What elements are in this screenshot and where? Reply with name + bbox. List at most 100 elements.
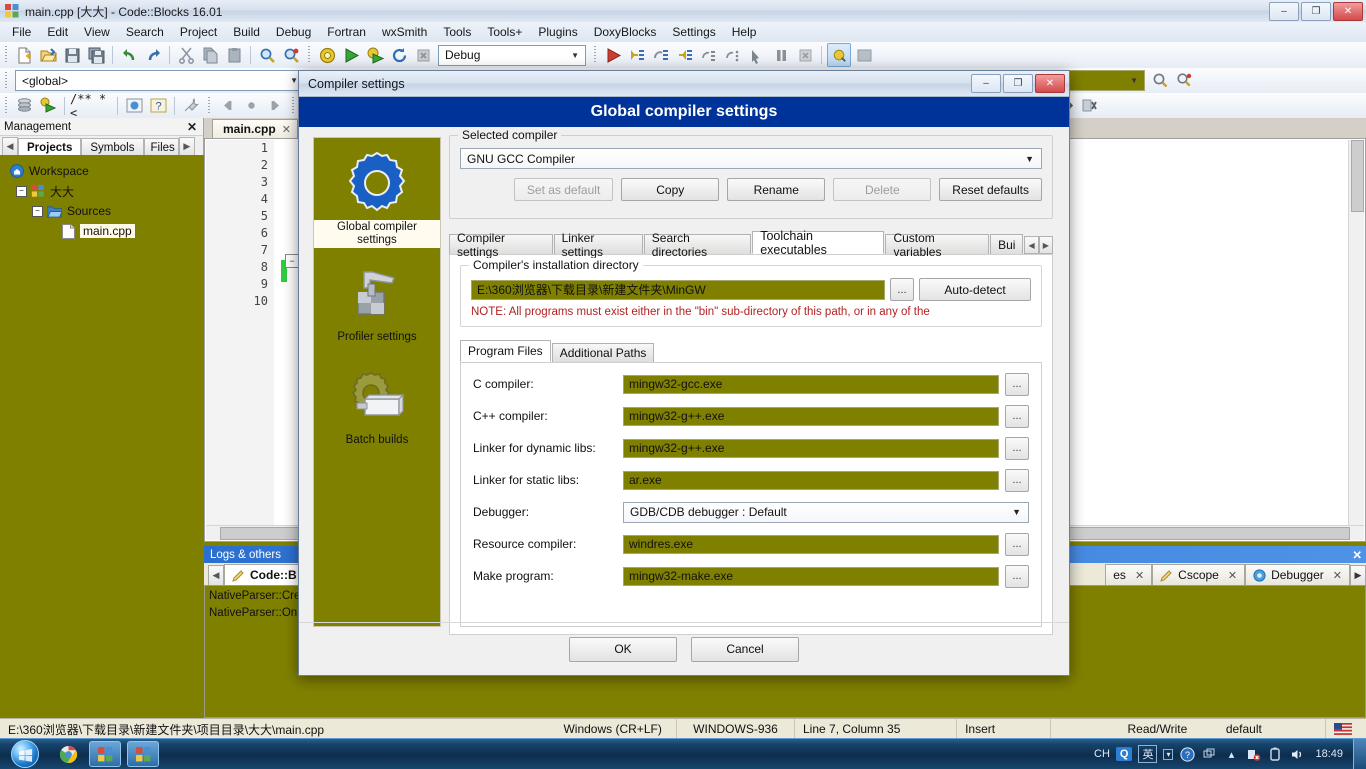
tab-symbols[interactable]: Symbols [81, 138, 144, 156]
step-over-icon[interactable] [650, 44, 672, 66]
tray-multi-window-icon[interactable] [1201, 746, 1217, 762]
window-close-button[interactable]: ✕ [1333, 1, 1363, 21]
redo-icon[interactable] [142, 44, 164, 66]
installation-directory-input[interactable]: E:\360浏览器\下载目录\新建文件夹\MinGW [471, 279, 885, 300]
abort-icon[interactable] [412, 44, 434, 66]
tab-additional-paths[interactable]: Additional Paths [551, 343, 655, 362]
menu-item-doxyblocks[interactable]: DoxyBlocks [586, 23, 665, 41]
tab-files[interactable]: Files [143, 138, 179, 156]
back-icon[interactable] [216, 95, 238, 117]
search-icon-2[interactable] [1173, 70, 1195, 92]
logs-tab-es[interactable]: es ✕ [1105, 564, 1153, 585]
selected-compiler-combo[interactable]: GNU GCC Compiler ▼ [460, 148, 1042, 169]
goto-implementation-icon[interactable] [1078, 95, 1100, 117]
find-icon[interactable] [256, 44, 278, 66]
stop-debug-icon[interactable] [794, 44, 816, 66]
sidebar-item-global-compiler-settings[interactable]: Global compiler settings [314, 150, 440, 248]
ok-button[interactable]: OK [569, 636, 677, 662]
sidebar-item-profiler-settings[interactable]: Profiler settings [314, 264, 440, 345]
browse-linker-dynamic-button[interactable]: ... [1005, 436, 1029, 460]
scope-combo[interactable]: <global> ▼ [15, 70, 305, 91]
input-c-compiler[interactable]: mingw32-gcc.exe [623, 374, 999, 394]
toolbar-grip[interactable] [290, 96, 296, 115]
find-icon-2[interactable] [1149, 70, 1171, 92]
browse-cpp-compiler-button[interactable]: ... [1005, 404, 1029, 428]
tree-node-file[interactable]: main.cpp [6, 221, 209, 241]
undo-icon[interactable] [118, 44, 140, 66]
rename-button[interactable]: Rename [727, 178, 826, 201]
browse-make-program-button[interactable]: ... [1005, 564, 1029, 588]
network-error-icon[interactable] [1245, 746, 1261, 762]
step-out-icon[interactable] [674, 44, 696, 66]
copy-icon[interactable] [199, 44, 221, 66]
debug-windows-icon[interactable] [827, 43, 851, 67]
input-linker-static[interactable]: ar.exe [623, 470, 999, 490]
tree-node-project[interactable]: − 大大 [6, 181, 209, 201]
close-icon[interactable]: ✕ [1228, 569, 1237, 582]
toolbar-grip[interactable] [206, 96, 212, 115]
symbols-icon[interactable] [13, 95, 35, 117]
menu-item-fortran[interactable]: Fortran [319, 23, 374, 41]
toolbar-grip[interactable] [3, 71, 9, 90]
tab-custom-variables[interactable]: Custom variables [885, 231, 990, 259]
taskbar-app-codeblocks[interactable] [127, 741, 159, 767]
editor-tab-main-cpp[interactable]: main.cpp ✕ [212, 119, 298, 138]
input-cpp-compiler[interactable]: mingw32-g++.exe [623, 406, 999, 426]
browse-linker-static-button[interactable]: ... [1005, 468, 1029, 492]
settings-tab-nav-next[interactable]: ▶ [1038, 236, 1053, 254]
tray-help-icon[interactable]: ? [1179, 746, 1195, 762]
menu-item-tools-plus[interactable]: Tools+ [479, 23, 530, 41]
build-targets-icon[interactable] [37, 95, 59, 117]
tab-toolchain-executables[interactable]: Toolchain executables [752, 229, 885, 257]
tray-expand-icon[interactable]: ▴ [1223, 746, 1239, 762]
help-icon[interactable]: ? [147, 95, 169, 117]
logs-tab-nav-prev[interactable]: ◀ [208, 565, 224, 585]
save-icon[interactable] [61, 44, 83, 66]
menu-item-file[interactable]: File [4, 23, 39, 41]
window-maximize-button[interactable]: ❐ [1301, 1, 1331, 21]
logs-tab-debugger[interactable]: Debugger ✕ [1245, 564, 1350, 585]
step-instruction-icon[interactable] [722, 44, 744, 66]
new-file-icon[interactable] [13, 44, 35, 66]
save-all-icon[interactable] [85, 44, 107, 66]
logs-tab-codeblocks[interactable]: Code::B [224, 564, 305, 585]
dialog-minimize-button[interactable]: – [971, 74, 1001, 93]
break-icon[interactable] [770, 44, 792, 66]
tree-expander[interactable]: − [32, 205, 43, 217]
tab-build-options[interactable]: Bui [990, 234, 1024, 254]
menu-item-edit[interactable]: Edit [39, 23, 76, 41]
menu-item-plugins[interactable]: Plugins [530, 23, 585, 41]
tab-search-directories[interactable]: Search directories [643, 231, 752, 259]
toolbar-grip[interactable] [592, 46, 598, 64]
debug-run-icon[interactable] [602, 44, 624, 66]
input-make-program[interactable]: mingw32-make.exe [623, 566, 999, 586]
taskbar-app-codeblocks-doc[interactable] [89, 741, 121, 767]
wrench-icon[interactable] [180, 95, 202, 117]
settings-tab-nav-prev[interactable]: ◀ [1024, 236, 1039, 254]
volume-icon[interactable] [1289, 746, 1305, 762]
run-to-cursor-icon[interactable] [746, 44, 768, 66]
menu-item-project[interactable]: Project [172, 23, 225, 41]
tray-qq-icon[interactable]: Q [1115, 747, 1133, 761]
delete-button[interactable]: Delete [833, 178, 932, 201]
bookmark-icon[interactable] [240, 95, 262, 117]
power-icon[interactable] [1267, 746, 1283, 762]
sidebar-item-batch-builds[interactable]: Batch builds [314, 369, 440, 448]
cancel-button[interactable]: Cancel [691, 636, 799, 662]
tab-linker-settings[interactable]: Linker settings [553, 231, 643, 259]
window-minimize-button[interactable]: – [1269, 1, 1299, 21]
fold-marker[interactable]: − [285, 254, 299, 268]
input-linker-dynamic[interactable]: mingw32-g++.exe [623, 438, 999, 458]
build-icon[interactable] [316, 44, 338, 66]
toolbar-grip[interactable] [3, 46, 9, 64]
build-target-combo[interactable]: Debug ▼ [438, 44, 586, 66]
dialog-close-button[interactable]: ✕ [1035, 74, 1065, 93]
auto-detect-button[interactable]: Auto-detect [919, 278, 1031, 301]
tab-compiler-settings[interactable]: Compiler settings [449, 231, 553, 259]
chevron-down-icon[interactable]: ▾ [1163, 748, 1174, 760]
menu-item-settings[interactable]: Settings [664, 23, 723, 41]
menu-item-tools[interactable]: Tools [435, 23, 479, 41]
doxyblocks-icon[interactable] [123, 95, 145, 117]
logs-tab-nav-next[interactable]: ▶ [1350, 565, 1366, 585]
logs-tab-cscope[interactable]: Cscope ✕ [1152, 564, 1246, 585]
